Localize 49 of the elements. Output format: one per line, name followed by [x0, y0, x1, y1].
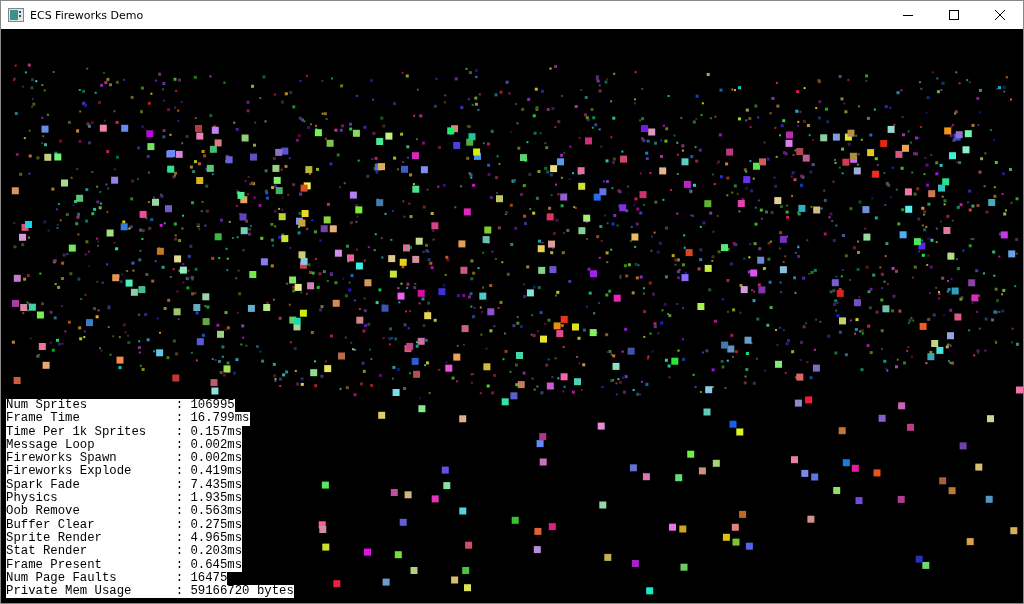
stat-label: Num Page Faults	[6, 571, 118, 585]
stat-separator: :	[175, 571, 185, 586]
stat-label: Private Mem Usage	[6, 585, 133, 599]
stat-separator: :	[175, 518, 185, 532]
maximize-icon	[949, 10, 959, 20]
stat-label: Num Sprites	[6, 399, 89, 412]
stat-label: Sprite Render	[6, 531, 103, 545]
stat-label: Fireworks Spawn	[6, 452, 117, 466]
stat-label: Frame Present	[6, 558, 103, 572]
stat-separator: :	[175, 558, 185, 572]
stat-label: Message Loop	[6, 438, 95, 452]
stat-separator: :	[175, 545, 185, 559]
stat-label: Frame Time	[6, 412, 81, 426]
stat-value: 0.002ms	[190, 438, 243, 452]
stat-value: 106995	[190, 399, 235, 412]
stat-label: Fireworks Explode	[6, 465, 133, 479]
stat-separator: :	[175, 531, 185, 546]
stat-value: 0.419ms	[190, 465, 243, 479]
stat-value: 16.799ms	[190, 412, 250, 426]
stat-value: 0.275ms	[190, 518, 243, 532]
stat-separator: :	[175, 452, 185, 466]
stat-label: Stat Render	[6, 545, 89, 559]
stat-separator: :	[175, 465, 185, 479]
stat-label: Physics	[6, 492, 58, 506]
stat-value: 0.563ms	[190, 505, 243, 519]
stat-value: 1.935ms	[190, 492, 243, 506]
stat-label: Time Per 1k Sprites	[6, 425, 148, 439]
stat-separator: :	[175, 478, 185, 493]
stat-separator: :	[175, 438, 185, 453]
stat-value: 16475	[190, 571, 228, 585]
stat-separator: :	[175, 585, 185, 599]
stat-label: Spark Fade	[6, 478, 81, 492]
close-icon	[995, 10, 1005, 20]
stat-label: Buffer Clear	[6, 518, 96, 532]
stat-separator: :	[175, 412, 185, 426]
stat-separator: :	[175, 399, 185, 413]
stat-value: 7.435ms	[190, 478, 243, 492]
stat-value: 4.965ms	[190, 531, 243, 545]
stat-value: 59166720 bytes	[190, 585, 294, 599]
window-title: ECS Fireworks Demo	[30, 8, 145, 22]
stat-value: 0.203ms	[190, 545, 243, 559]
stat-separator: :	[175, 505, 185, 519]
stat-value: 0.002ms	[190, 452, 243, 466]
app-icon	[8, 8, 24, 22]
stat-value: 0.645ms	[190, 558, 243, 572]
stat-value: 0.157ms	[190, 425, 243, 439]
stat-separator: :	[175, 492, 185, 506]
stat-label: Oob Remove	[6, 505, 81, 519]
stat-separator: :	[175, 425, 185, 439]
